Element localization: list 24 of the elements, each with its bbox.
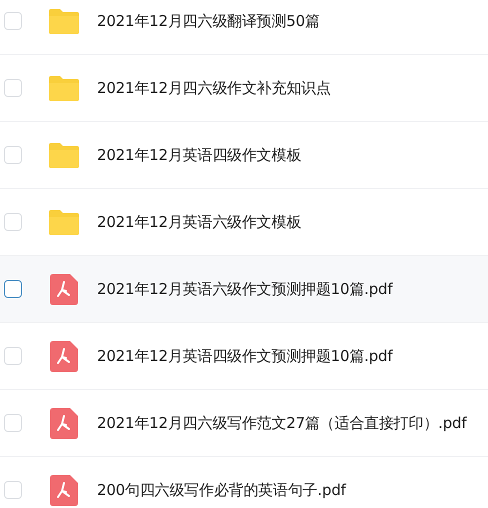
pdf-file-icon	[50, 340, 78, 372]
folder-icon	[48, 74, 80, 102]
checkbox[interactable]	[4, 280, 22, 298]
file-name: 2021年12月英语四级作文模板	[97, 146, 302, 164]
file-row[interactable]: 2021年12月四六级翻译预测50篇	[0, 0, 488, 55]
folder-icon	[48, 8, 80, 34]
folder-icon	[48, 142, 80, 168]
file-name: 2021年12月英语六级作文预测押题10篇.pdf	[97, 280, 392, 298]
file-name: 2021年12月英语四级作文预测押题10篇.pdf	[97, 346, 392, 366]
file-row[interactable]: 2021年12月英语四级作文模板	[0, 122, 488, 189]
file-row[interactable]: 2021年12月英语六级作文预测押题10篇.pdf	[0, 256, 488, 323]
file-name: 2021年12月四六级翻译预测50篇	[97, 12, 320, 30]
folder-icon	[48, 208, 80, 236]
pdf-file-icon	[50, 474, 78, 506]
file-name: 2021年12月英语六级作文模板	[97, 212, 302, 232]
pdf-file-icon	[50, 274, 78, 304]
pdf-file-icon	[50, 408, 78, 438]
file-row[interactable]: 2021年12月英语四级作文预测押题10篇.pdf	[0, 323, 488, 390]
file-row[interactable]: 200句四六级写作必背的英语句子.pdf	[0, 457, 488, 508]
file-name: 200句四六级写作必背的英语句子.pdf	[97, 480, 346, 500]
file-name: 2021年12月四六级作文补充知识点	[97, 78, 331, 98]
file-row[interactable]: 2021年12月四六级作文补充知识点	[0, 55, 488, 122]
file-name: 2021年12月四六级写作范文27篇（适合直接打印）.pdf	[97, 414, 466, 432]
file-row[interactable]: 2021年12月四六级写作范文27篇（适合直接打印）.pdf	[0, 390, 488, 457]
